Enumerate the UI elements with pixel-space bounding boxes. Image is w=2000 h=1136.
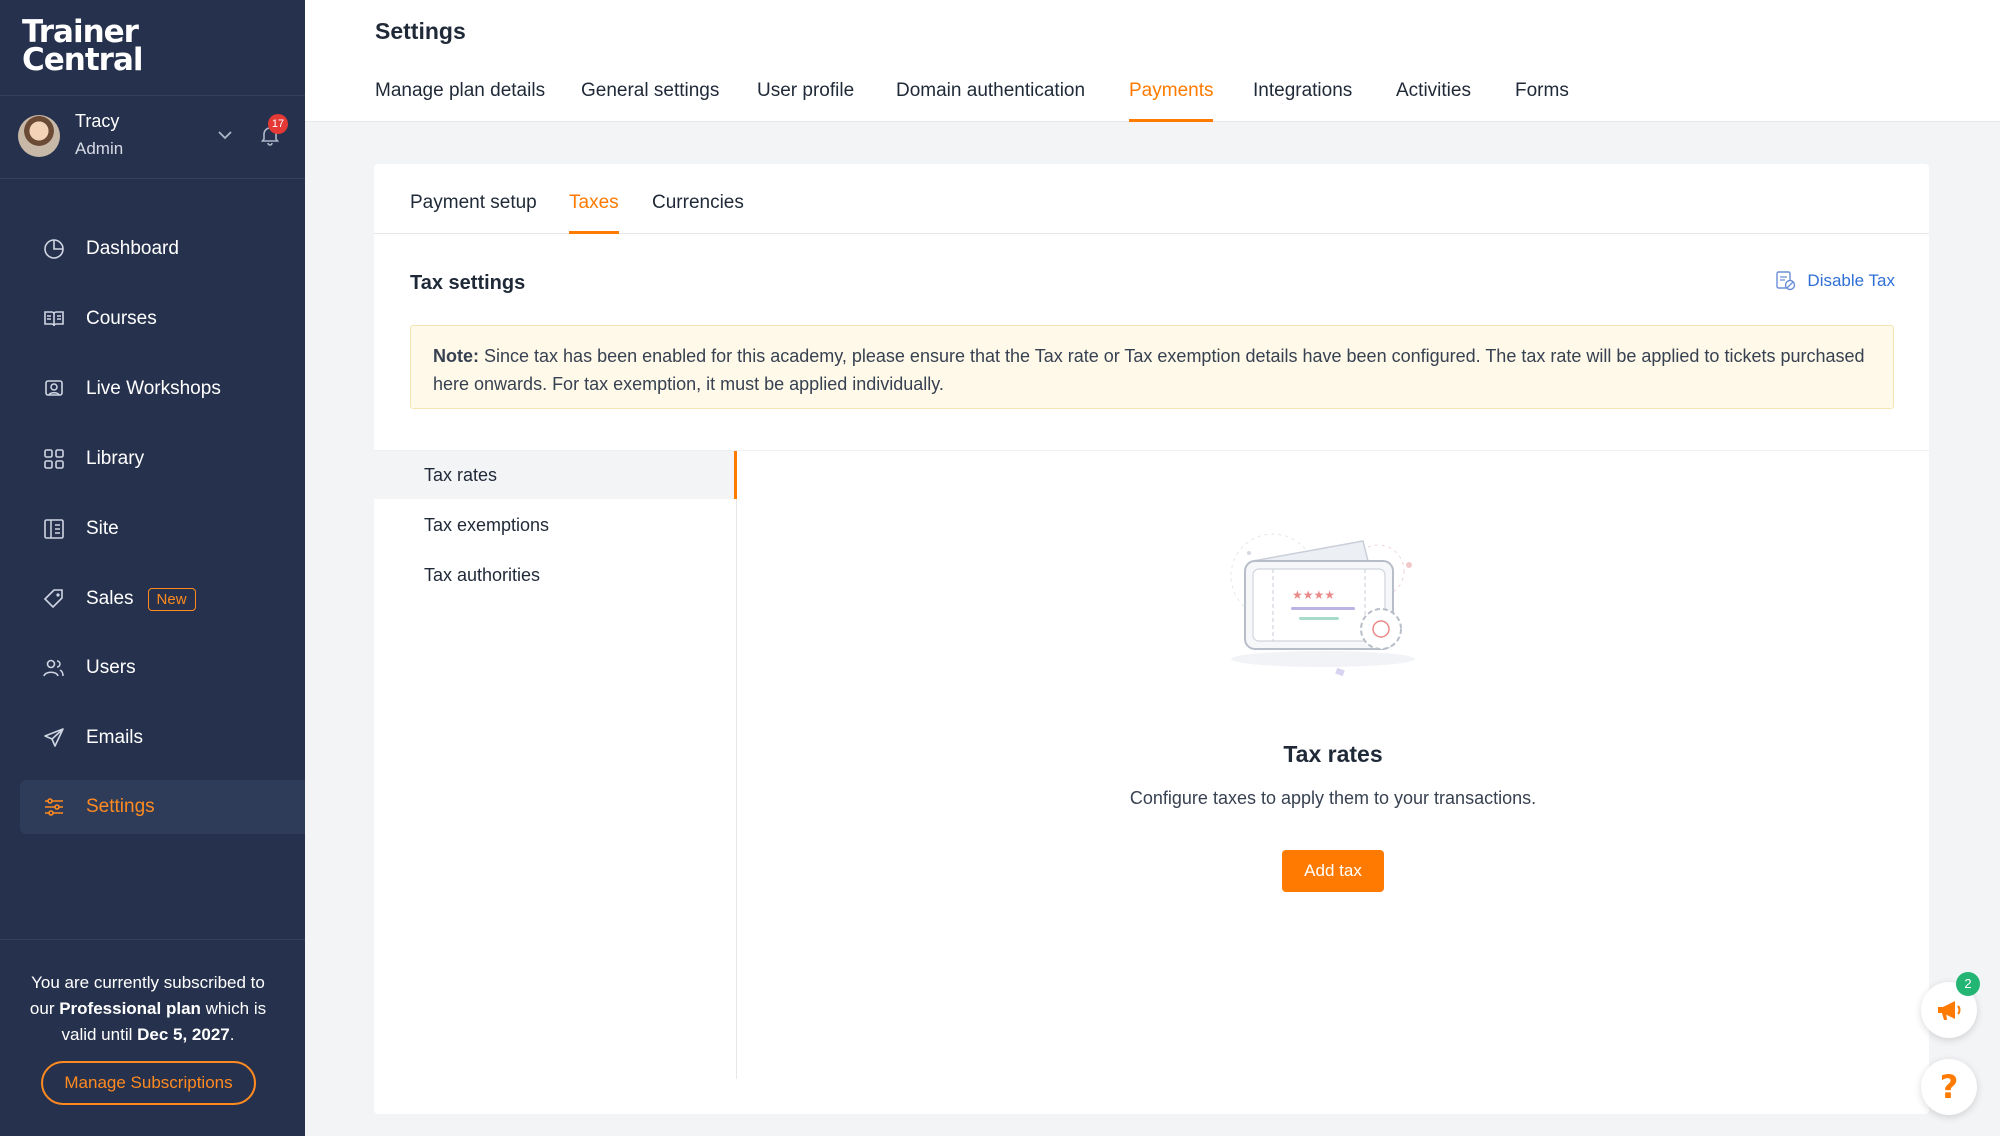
empty-state-title: Tax rates: [1283, 741, 1383, 767]
megaphone-icon: [1938, 1001, 1961, 1020]
sidebar-item-site[interactable]: Site: [20, 502, 305, 556]
subscription-info: You are currently subscribed to our Prof…: [20, 970, 276, 1048]
sidebar-item-settings[interactable]: Settings: [20, 780, 305, 834]
user-role: Admin: [75, 139, 124, 158]
users-icon: [43, 659, 64, 677]
divider: [0, 178, 305, 179]
tax-note-banner: Note: Since tax has been enabled for thi…: [410, 325, 1894, 409]
tab-activities[interactable]: Activities: [1396, 80, 1471, 122]
dashboard-icon: [44, 239, 64, 259]
disable-tax-icon: [1776, 271, 1796, 291]
workshops-icon: [45, 380, 63, 396]
tab-general-settings[interactable]: General settings: [581, 80, 719, 122]
new-badge: New: [147, 587, 196, 611]
sidebar: Trainer Central Tracy Admin 17 Dashboard…: [0, 0, 305, 1136]
tab-payments[interactable]: Payments: [1129, 80, 1214, 122]
tab-currencies[interactable]: Currencies: [652, 192, 744, 234]
tax-sidebar-item-exemptions[interactable]: Tax exemptions: [374, 501, 737, 549]
payments-card: Payment setup Taxes Currencies Tax setti…: [374, 164, 1929, 1114]
subscription-line-1: You are currently subscribed to: [31, 973, 265, 992]
sidebar-item-library[interactable]: Library: [20, 432, 305, 486]
user-menu[interactable]: Tracy Admin 17: [18, 111, 298, 163]
tab-manage-plan-details[interactable]: Manage plan details: [375, 80, 545, 122]
sidebar-item-label: Dashboard: [86, 238, 179, 259]
tab-integrations[interactable]: Integrations: [1253, 80, 1352, 122]
payment-subtabs: Payment setup Taxes Currencies: [374, 164, 1929, 234]
plan-name: Professional plan: [59, 999, 201, 1018]
disable-tax-button[interactable]: Disable Tax: [1775, 270, 1895, 292]
sidebar-item-label: Emails: [86, 727, 144, 748]
note-text: Since tax has been enabled for this acad…: [433, 346, 1865, 394]
tab-user-profile[interactable]: User profile: [757, 80, 854, 122]
subscription-line-3: valid until Dec 5, 2027.: [61, 1025, 235, 1044]
chevron-down-icon[interactable]: [215, 125, 235, 145]
tax-settings-title: Tax settings: [410, 272, 526, 294]
logo-line-2: Central: [22, 42, 143, 78]
manage-subscriptions-button[interactable]: Manage Subscriptions: [41, 1061, 256, 1105]
tax-sidebar-item-authorities[interactable]: Tax authorities: [374, 551, 737, 599]
sidebar-item-label: Library: [86, 448, 145, 469]
disable-tax-label: Disable Tax: [1807, 271, 1895, 290]
tab-domain-authentication[interactable]: Domain authentication: [896, 80, 1085, 122]
svg-text:★★★★: ★★★★: [1292, 588, 1335, 602]
sidebar-item-label: Site: [86, 518, 119, 539]
plan-expiry-date: Dec 5, 2027: [137, 1025, 230, 1044]
tax-illustration: ★★★★: [1230, 533, 1415, 677]
notification-badge: 17: [268, 114, 288, 134]
library-icon: [44, 449, 64, 469]
sales-icon: [43, 589, 63, 609]
avatar[interactable]: [18, 115, 60, 157]
emails-icon: [44, 728, 64, 747]
subscription-line-2: our Professional plan which is: [29, 999, 267, 1018]
sidebar-item-label: Sales: [86, 588, 134, 609]
tab-payment-setup[interactable]: Payment setup: [410, 192, 537, 234]
sidebar-item-courses[interactable]: Courses: [20, 292, 305, 346]
empty-state-description: Configure taxes to apply them to your tr…: [1129, 788, 1537, 808]
trainercentral-logo[interactable]: Trainer Central: [22, 17, 143, 78]
sidebar-item-emails[interactable]: Emails: [20, 711, 305, 765]
note-label: Note:: [433, 346, 479, 366]
sidebar-item-label: Users: [86, 657, 136, 678]
add-tax-button[interactable]: Add tax: [1282, 850, 1384, 892]
sidebar-item-sales[interactable]: Sales New: [20, 572, 305, 626]
courses-icon: [44, 311, 64, 327]
sidebar-item-dashboard[interactable]: Dashboard: [20, 222, 305, 276]
settings-icon: [45, 798, 63, 816]
tax-rates-empty-state: ★★★★ Tax rates Configure taxes to apply …: [737, 451, 1929, 1079]
sidebar-item-label: Live Workshops: [86, 378, 221, 399]
help-icon: ?: [1939, 1068, 1959, 1106]
divider: [0, 939, 305, 940]
tab-taxes[interactable]: Taxes: [569, 192, 619, 234]
announcements-badge: 2: [1956, 972, 1980, 996]
sidebar-item-live-workshops[interactable]: Live Workshops: [20, 362, 305, 416]
tax-sidebar: Tax rates Tax exemptions Tax authorities: [374, 451, 737, 1079]
user-name: Tracy: [75, 111, 120, 131]
tax-sidebar-item-rates[interactable]: Tax rates: [374, 451, 737, 499]
sidebar-item-label: Courses: [86, 308, 157, 329]
sidebar-item-label: Settings: [86, 796, 155, 817]
help-button[interactable]: ?: [1921, 1059, 1977, 1115]
divider: [0, 95, 305, 96]
site-icon: [44, 519, 64, 539]
tab-forms[interactable]: Forms: [1515, 80, 1569, 122]
page-title: Settings: [375, 18, 466, 44]
sidebar-item-users[interactable]: Users: [20, 641, 305, 695]
settings-header: Settings Manage plan details General set…: [305, 0, 2000, 122]
